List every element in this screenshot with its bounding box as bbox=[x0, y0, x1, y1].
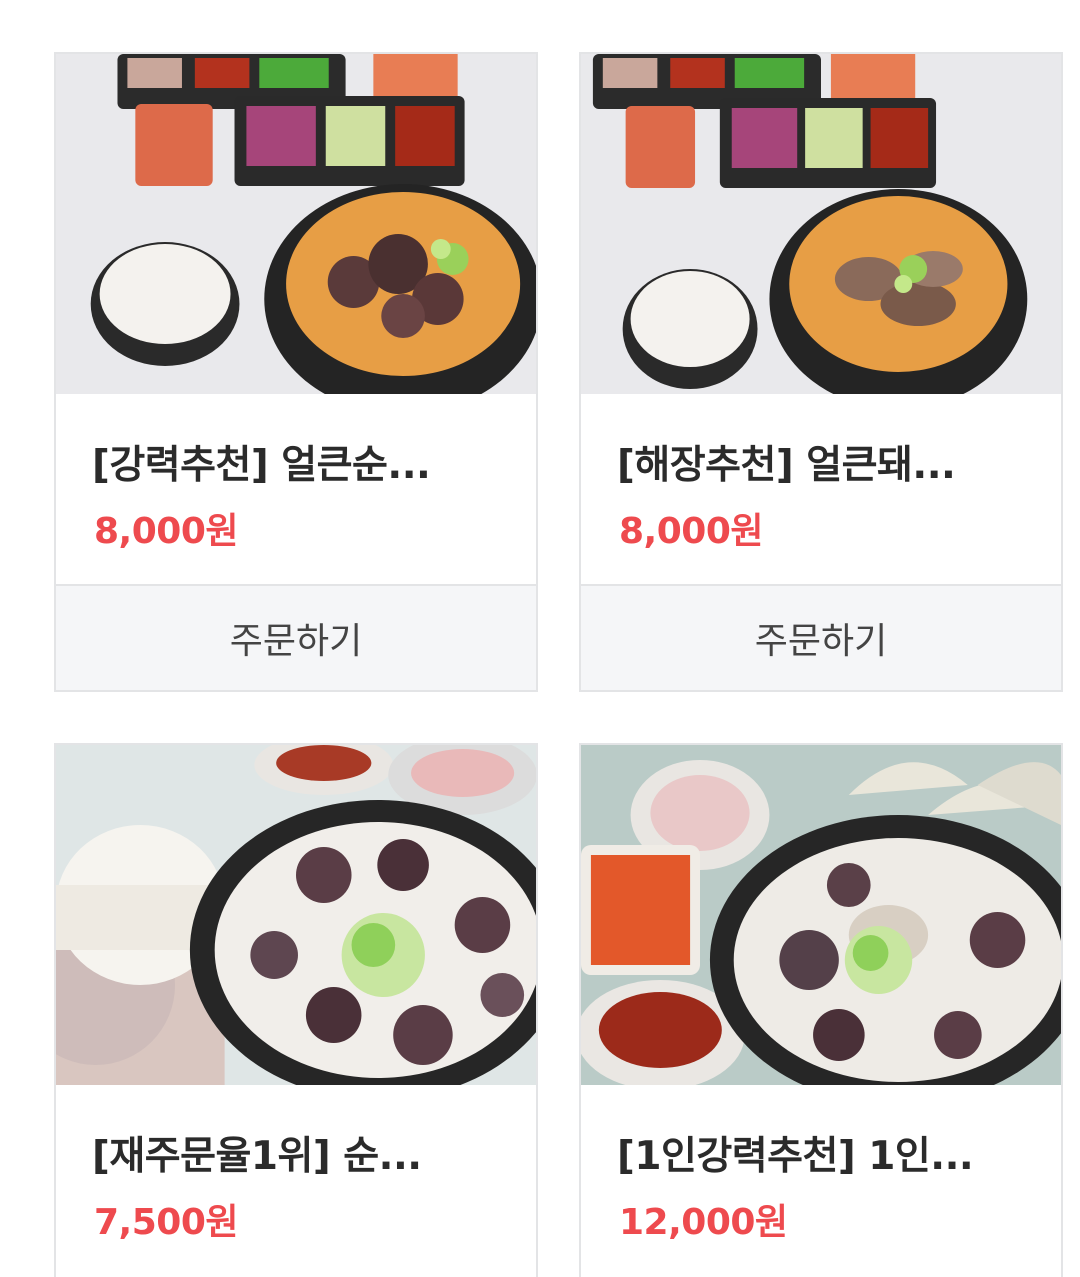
product-name[interactable]: [1인강력추천] 1인... bbox=[617, 1125, 1027, 1181]
product-price: 8,000원 bbox=[619, 511, 764, 552]
product-price: 7,500원 bbox=[94, 1202, 239, 1243]
product-name[interactable]: [강력추천] 얼큰순... bbox=[92, 434, 502, 490]
product-info: [1인강력추천] 1인... 12,000원 bbox=[581, 1085, 1061, 1277]
product-grid: [강력추천] 얼큰순... 8,000원 주문하기 [해장추천] 얼큰돼... … bbox=[0, 0, 1080, 1277]
product-image[interactable] bbox=[581, 745, 1061, 1085]
product-info: [재주문율1위] 순... 7,500원 bbox=[56, 1085, 536, 1277]
product-card[interactable]: [재주문율1위] 순... 7,500원 bbox=[54, 743, 538, 1277]
product-image[interactable] bbox=[56, 54, 536, 394]
product-card[interactable]: [해장추천] 얼큰돼... 8,000원 주문하기 bbox=[579, 52, 1063, 692]
product-image[interactable] bbox=[56, 745, 536, 1085]
order-button[interactable]: 주문하기 bbox=[581, 586, 1061, 690]
product-card[interactable]: [강력추천] 얼큰순... 8,000원 주문하기 bbox=[54, 52, 538, 692]
order-button[interactable]: 주문하기 bbox=[56, 586, 536, 690]
product-price: 12,000원 bbox=[619, 1202, 788, 1243]
product-name[interactable]: [해장추천] 얼큰돼... bbox=[617, 434, 1027, 490]
product-image[interactable] bbox=[581, 54, 1061, 394]
product-card[interactable]: [1인강력추천] 1인... 12,000원 bbox=[579, 743, 1063, 1277]
product-info: [강력추천] 얼큰순... 8,000원 bbox=[56, 394, 536, 586]
product-price: 8,000원 bbox=[94, 511, 239, 552]
product-name[interactable]: [재주문율1위] 순... bbox=[92, 1125, 502, 1181]
product-info: [해장추천] 얼큰돼... 8,000원 bbox=[581, 394, 1061, 586]
